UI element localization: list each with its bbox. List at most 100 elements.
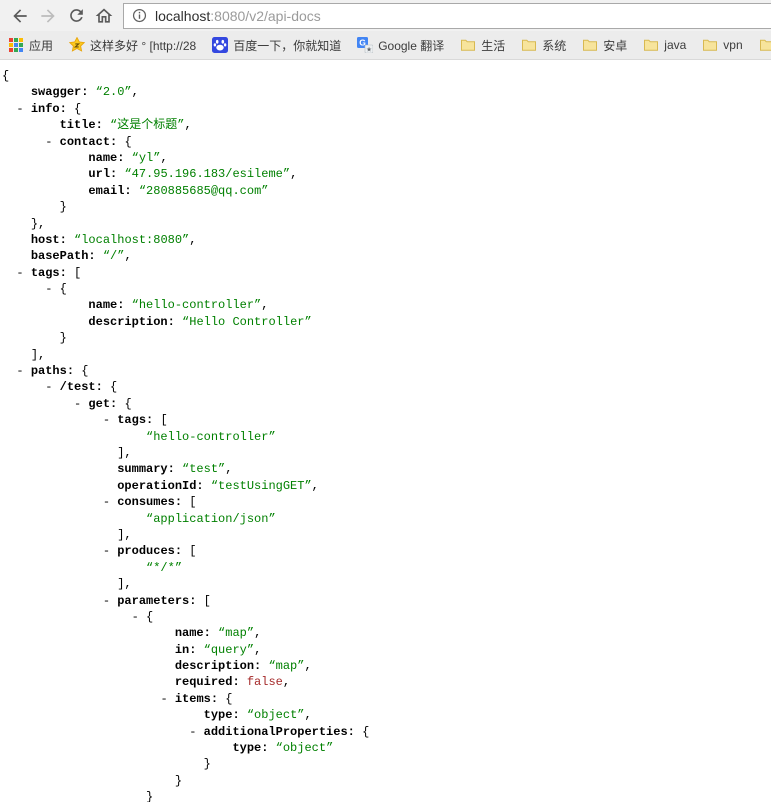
json-line: } xyxy=(2,756,771,772)
json-key: info: xyxy=(30,101,75,116)
json-string: “application/json” xyxy=(146,511,276,526)
collapse-toggle-icon[interactable]: - xyxy=(45,380,52,394)
page-info-icon[interactable] xyxy=(132,8,147,23)
bookmark-item[interactable]: vpn xyxy=(702,37,743,53)
bookmark-label: vpn xyxy=(723,38,743,52)
bookmark-item[interactable]: G ★ Google 翻译 xyxy=(357,37,444,54)
json-key: items: xyxy=(174,691,226,706)
browser-toolbar: localhost:8080/v2/api-docs xyxy=(0,0,771,31)
json-punctuation: ], xyxy=(30,347,46,362)
refresh-icon[interactable] xyxy=(65,5,87,27)
json-line: title: “这是个标题”, xyxy=(2,117,771,133)
json-line: summary: “test”, xyxy=(2,461,771,477)
json-line: - additionalProperties: { xyxy=(2,724,771,740)
json-key: description: xyxy=(88,314,183,329)
bookmark-item[interactable]: 这样多好 ° [http://28 xyxy=(69,37,196,54)
collapse-toggle-icon[interactable]: - xyxy=(74,397,81,411)
back-icon[interactable] xyxy=(9,5,31,27)
json-key: produces: xyxy=(117,544,190,559)
json-punctuation: ], xyxy=(117,445,132,460)
collapse-toggle-icon[interactable]: - xyxy=(16,266,23,280)
json-line: name: “yl”, xyxy=(2,150,771,166)
json-key: description: xyxy=(174,659,269,674)
json-line: name: “map”, xyxy=(2,625,771,641)
collapse-toggle-icon[interactable]: - xyxy=(103,413,110,427)
json-key: tags: xyxy=(30,265,75,280)
json-punctuation: } xyxy=(59,200,67,215)
bookmark-item[interactable]: 安卓 xyxy=(582,37,627,54)
json-punctuation: , xyxy=(304,659,312,674)
home-icon[interactable] xyxy=(93,5,115,27)
json-punctuation: , xyxy=(311,478,319,493)
json-key: email: xyxy=(88,183,139,198)
collapse-toggle-icon[interactable]: - xyxy=(160,692,167,706)
collapse-toggle-icon[interactable]: - xyxy=(16,102,23,116)
star-icon xyxy=(69,37,86,53)
folder-icon xyxy=(460,37,476,53)
bookmark-item[interactable]: 生活 xyxy=(460,37,505,54)
json-key: name: xyxy=(174,626,219,641)
json-string: “object” xyxy=(275,741,334,756)
json-line: name: “hello-controller”, xyxy=(2,297,771,313)
collapse-toggle-icon[interactable]: - xyxy=(132,610,139,624)
json-key: contact: xyxy=(59,134,125,149)
forward-icon[interactable] xyxy=(37,5,59,27)
bookmark-item[interactable] xyxy=(759,37,771,53)
json-punctuation: { xyxy=(110,380,118,395)
json-string: “testUsingGET” xyxy=(210,478,312,493)
json-string: “map” xyxy=(268,659,305,674)
json-punctuation: , xyxy=(254,642,262,657)
json-punctuation: { xyxy=(225,691,233,706)
bookmark-item[interactable]: java xyxy=(643,37,686,53)
json-punctuation: { xyxy=(81,364,89,379)
bookmark-label: java xyxy=(664,38,687,52)
collapse-toggle-icon[interactable]: - xyxy=(189,725,196,739)
folder-icon xyxy=(702,37,718,53)
bookmarks-bar: 应用 这样多好 ° [http://28 百度一下，你就知道 G ★ Google 翻译 生… xyxy=(0,31,771,60)
json-punctuation: , xyxy=(189,232,197,247)
json-punctuation: , xyxy=(131,85,139,100)
collapse-toggle-icon[interactable]: - xyxy=(45,135,52,149)
json-punctuation: [ xyxy=(189,544,197,559)
json-punctuation: ], xyxy=(117,577,132,592)
json-boolean: false xyxy=(246,675,283,690)
json-line: - get: { xyxy=(2,396,771,412)
collapse-toggle-icon[interactable]: - xyxy=(16,364,23,378)
json-string: “yl” xyxy=(131,150,161,165)
json-punctuation: { xyxy=(124,396,132,411)
bookmark-item[interactable]: 百度一下，你就知道 xyxy=(212,37,341,54)
json-viewer: { swagger: “2.0”, - info: { title: “这是个标… xyxy=(0,60,771,802)
json-line: - { xyxy=(2,281,771,297)
json-string: “hello-controller” xyxy=(131,298,262,313)
json-string: “280885685@qq.com” xyxy=(138,183,269,198)
json-line: { xyxy=(2,68,771,84)
collapse-toggle-icon[interactable]: - xyxy=(103,495,110,509)
bookmark-label: 百度一下，你就知道 xyxy=(233,38,342,53)
json-punctuation: , xyxy=(261,298,269,313)
json-punctuation: [ xyxy=(74,265,82,280)
json-line: - paths: { xyxy=(2,363,771,379)
folder-icon xyxy=(643,37,659,53)
json-line: ], xyxy=(2,527,771,543)
bookmark-item[interactable]: 系统 xyxy=(521,37,566,54)
json-punctuation: { xyxy=(59,282,67,297)
json-line: operationId: “testUsingGET”, xyxy=(2,478,771,494)
json-punctuation: } xyxy=(203,757,211,772)
json-key: url: xyxy=(88,167,125,182)
json-key: additionalProperties: xyxy=(203,724,363,739)
json-punctuation: , xyxy=(290,167,298,182)
json-line: ], xyxy=(2,347,771,363)
json-line: - contact: { xyxy=(2,134,771,150)
json-punctuation: , xyxy=(184,118,192,133)
json-key: paths: xyxy=(30,364,82,379)
json-punctuation: , xyxy=(304,708,312,723)
json-string: “/” xyxy=(102,249,125,264)
bookmark-label: Google 翻译 xyxy=(378,38,445,53)
address-bar[interactable]: localhost:8080/v2/api-docs xyxy=(123,2,771,29)
bookmark-label: 系统 xyxy=(542,38,567,53)
bookmark-item[interactable]: 应用 xyxy=(8,37,53,54)
collapse-toggle-icon[interactable]: - xyxy=(103,544,110,558)
collapse-toggle-icon[interactable]: - xyxy=(45,282,52,296)
json-line: “hello-controller” xyxy=(2,429,771,445)
collapse-toggle-icon[interactable]: - xyxy=(103,594,110,608)
